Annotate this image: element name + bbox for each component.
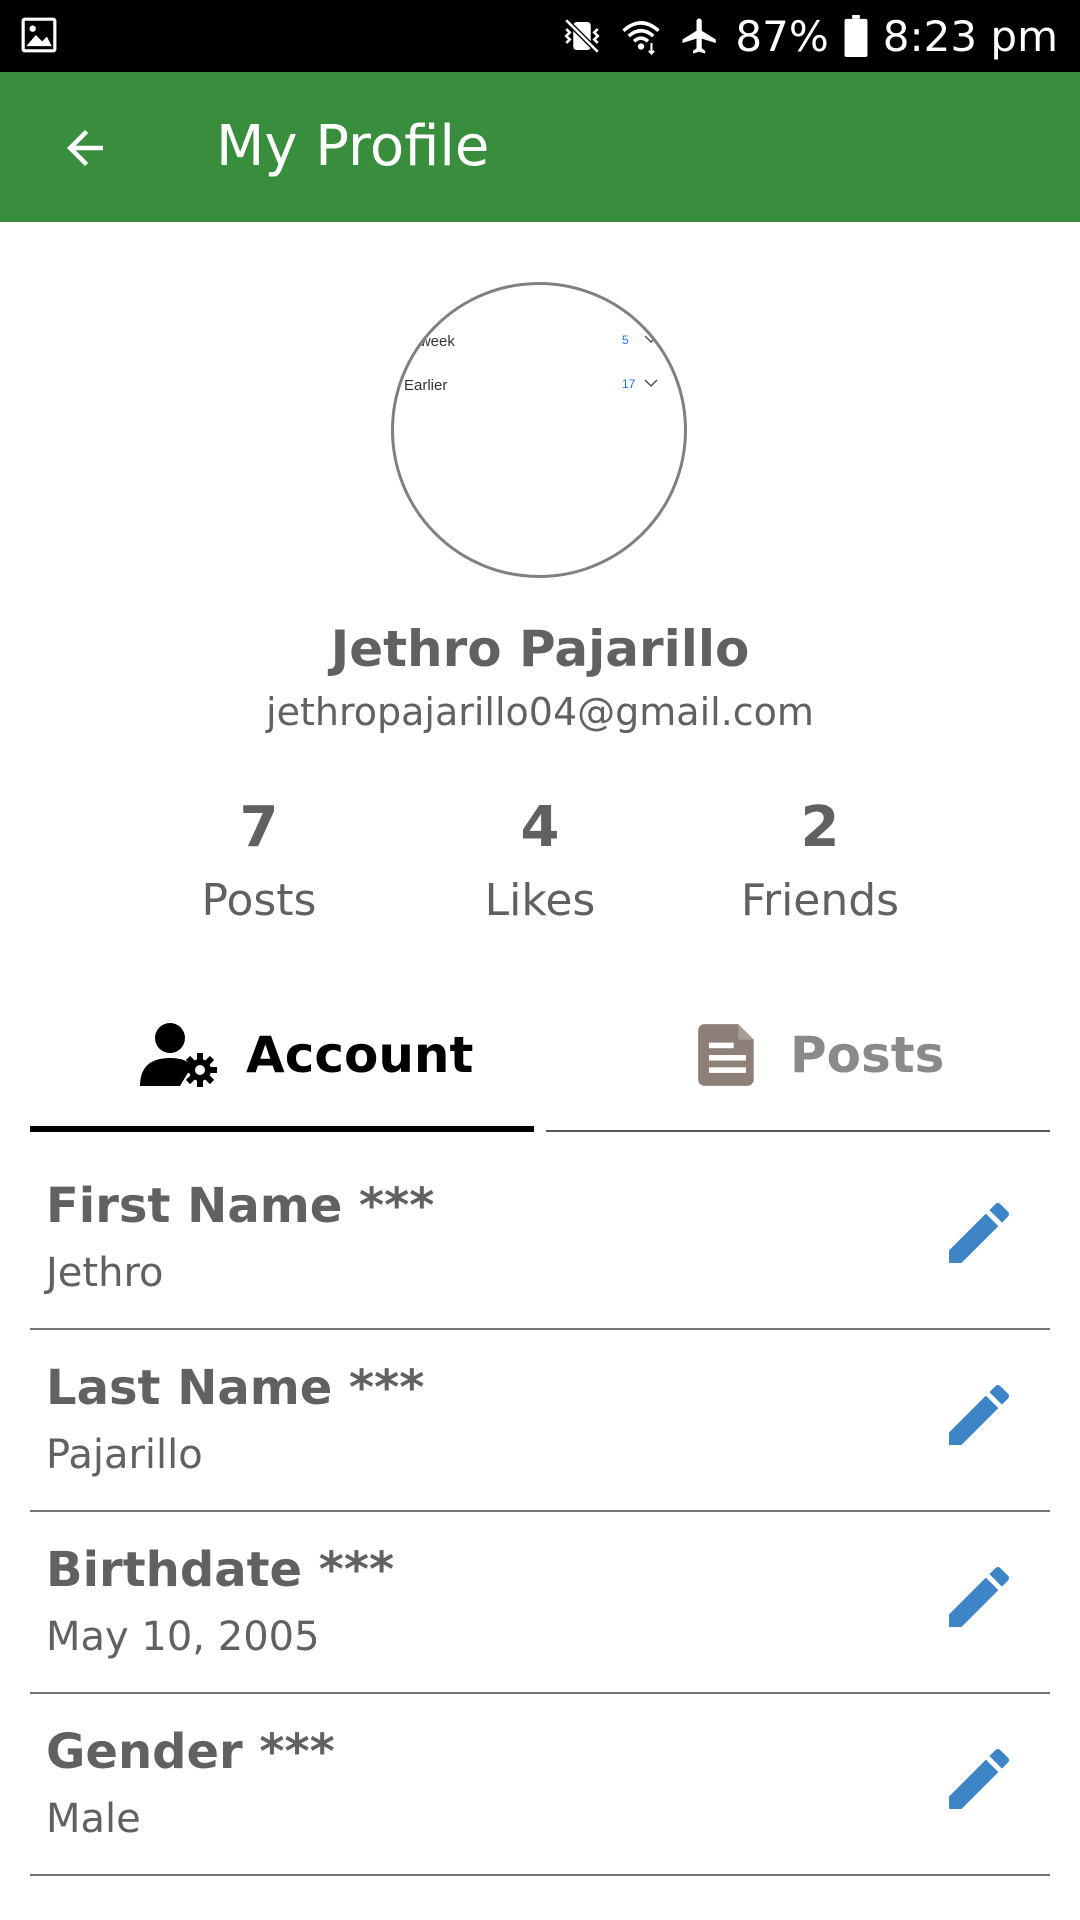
stat-label: Likes <box>484 875 596 926</box>
edit-gender-button[interactable] <box>934 1734 1024 1824</box>
pencil-icon <box>949 1202 1010 1263</box>
tab-account[interactable]: Account <box>30 1000 534 1130</box>
airplane-icon <box>682 18 717 54</box>
stat-label: Posts <box>201 875 317 926</box>
field-birthdate: Birthdate *** May 10, 2005 <box>30 1512 1050 1694</box>
arrow-left-icon <box>67 130 103 166</box>
profile-email: jethropajarillo04@gmail.com <box>266 690 814 734</box>
avatar[interactable]: st week 5 Earlier 17 <box>391 282 687 578</box>
edit-last-name-button[interactable] <box>934 1370 1024 1460</box>
app-bar: My Profile <box>0 72 1080 222</box>
chevron-down-icon <box>644 335 658 344</box>
chevron-down-icon <box>644 379 658 388</box>
stat-value: 4 <box>520 795 560 860</box>
avatar-thumbnail-row: Earlier 17 <box>404 371 674 401</box>
field-value: Jethro <box>46 1250 164 1296</box>
field-last-name: Last Name *** Pajarillo <box>30 1330 1050 1512</box>
tab-divider <box>546 1130 1050 1132</box>
field-label: First Name *** <box>46 1178 435 1234</box>
back-button[interactable] <box>40 112 130 184</box>
avatar-row-label: Earlier <box>404 377 448 394</box>
pencil-icon <box>949 1384 1010 1445</box>
field-gender: Gender *** Male <box>30 1694 1050 1876</box>
image-icon <box>21 17 57 53</box>
tab-posts[interactable]: Posts <box>546 1000 1050 1130</box>
stat-posts[interactable]: 7 Posts <box>129 790 389 936</box>
field-label: Birthdate *** <box>46 1542 395 1598</box>
field-label: Last Name *** <box>46 1360 425 1416</box>
status-bar: 87% 8:23 pm <box>0 0 1080 72</box>
field-value: Pajarillo <box>46 1432 203 1478</box>
edit-birthdate-button[interactable] <box>934 1552 1024 1642</box>
avatar-row-count: 5 <box>622 333 629 347</box>
stat-value: 7 <box>239 795 279 860</box>
stat-friends[interactable]: 2 Friends <box>690 790 950 936</box>
field-first-name: First Name *** Jethro <box>30 1148 1050 1330</box>
tab-posts-label: Posts <box>790 1026 945 1084</box>
wifi-icon <box>622 21 661 55</box>
battery-icon <box>844 15 868 57</box>
pencil-icon <box>949 1748 1010 1809</box>
field-value: Male <box>46 1796 141 1842</box>
vibrate-mute-icon <box>564 18 600 54</box>
edit-first-name-button[interactable] <box>934 1188 1024 1278</box>
field-label: Gender *** <box>46 1724 335 1780</box>
pencil-icon <box>949 1566 1010 1627</box>
tab-account-label: Account <box>246 1026 474 1084</box>
field-value: May 10, 2005 <box>46 1614 320 1660</box>
avatar-row-label: st week <box>404 333 455 350</box>
clock: 8:23 pm <box>882 11 1058 61</box>
stat-likes[interactable]: 4 Likes <box>410 790 670 936</box>
avatar-thumbnail-row: st week 5 <box>404 327 674 357</box>
battery-percent: 87% <box>735 11 829 61</box>
profile-name: Jethro Pajarillo <box>330 620 750 678</box>
tab-indicator-active <box>30 1126 534 1132</box>
stat-label: Friends <box>740 875 900 926</box>
stat-value: 2 <box>800 795 840 860</box>
page-title: My Profile <box>216 114 490 179</box>
user-gear-icon <box>140 1023 217 1087</box>
avatar-row-count: 17 <box>622 377 636 391</box>
document-icon <box>698 1024 754 1086</box>
